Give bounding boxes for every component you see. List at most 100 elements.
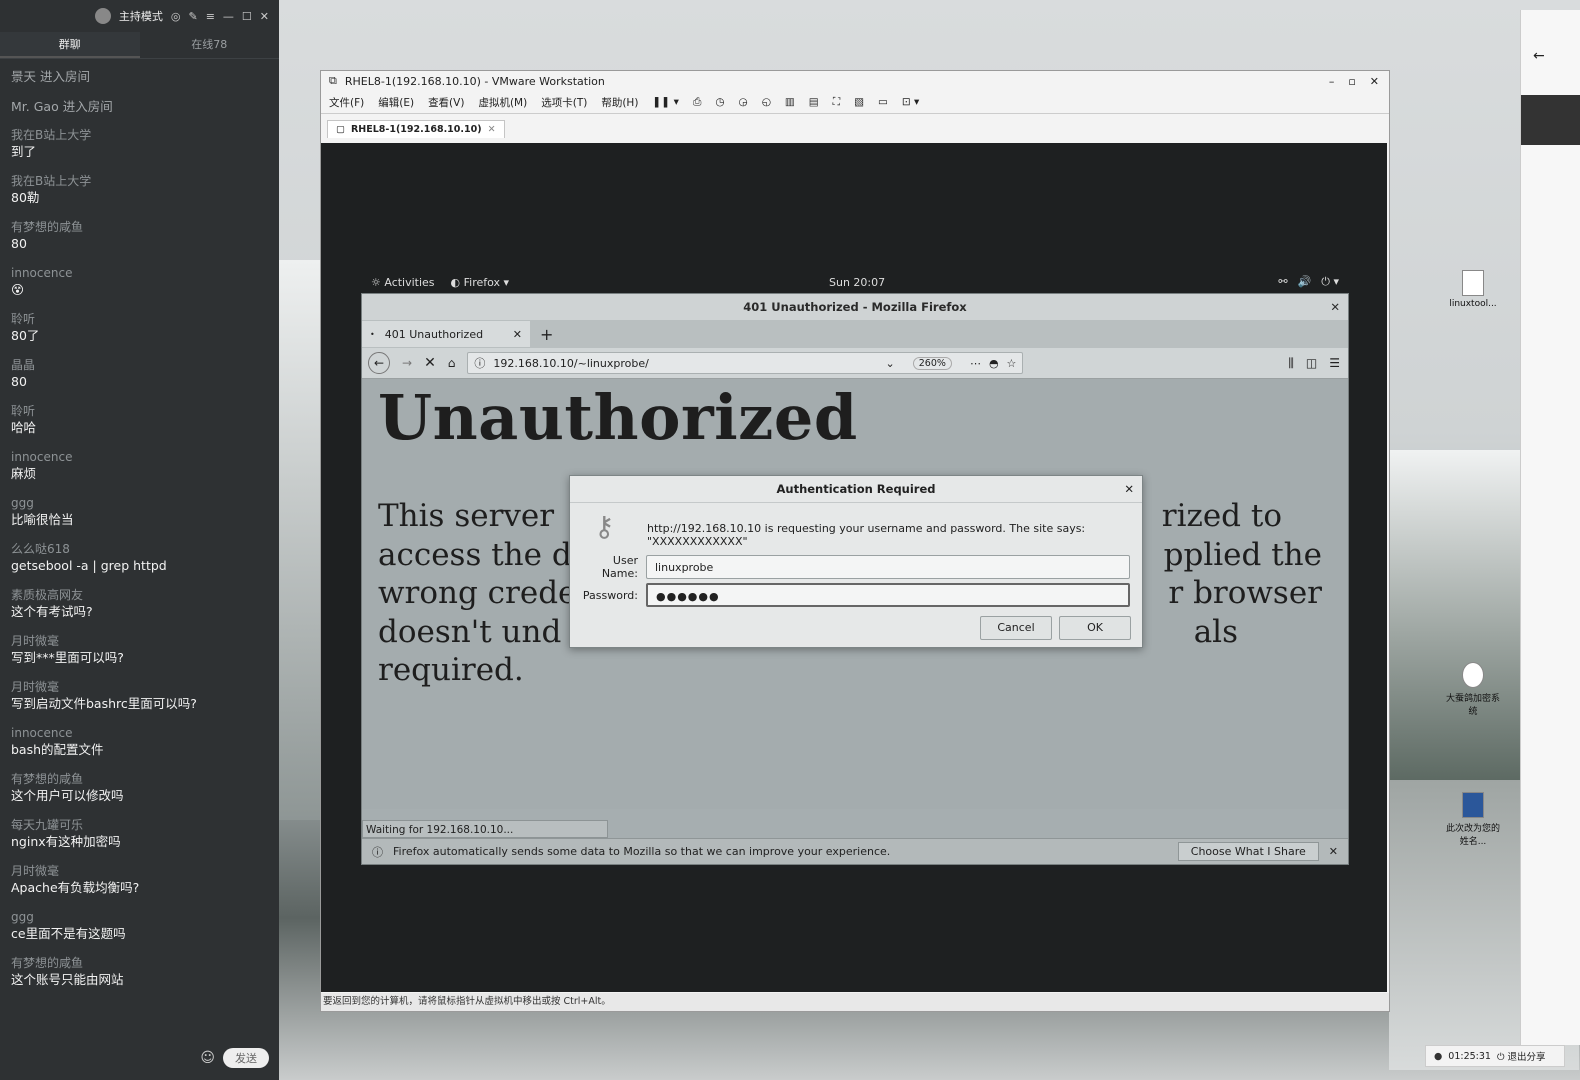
chat-message: 聆听 哈哈 — [11, 403, 268, 437]
stretch-icon[interactable]: ⊡ ▾ — [902, 96, 919, 108]
snapshot-icon[interactable]: ◷ — [715, 96, 724, 108]
para-line: wrong crede — [378, 575, 577, 611]
fullscreen-icon[interactable]: ⛶ — [833, 96, 840, 109]
hamburger-menu-icon[interactable]: ☰ — [1329, 356, 1340, 370]
power-icon[interactable]: ⏻ ▾ — [1321, 275, 1339, 289]
stop-icon[interactable]: ✕ — [424, 355, 436, 371]
para-line-right: r browser — [1168, 575, 1322, 611]
close-icon[interactable]: ✕ — [1124, 476, 1134, 502]
forward-icon[interactable]: → — [402, 356, 412, 370]
menu-edit[interactable]: 编辑(E) — [378, 95, 414, 110]
settings-icon[interactable]: ◎ — [171, 10, 181, 23]
chat-panel: 主持模式 ◎ ✎ ≡ — ☐ ✕ 群聊 在线78 景天 进入房间 Mr. Gao… — [0, 0, 279, 1080]
chat-username[interactable]: innocence — [11, 725, 268, 741]
edit-icon[interactable]: ✎ — [188, 10, 197, 23]
emoji-icon[interactable]: ☺ — [200, 1050, 215, 1066]
chat-username[interactable]: 么么哒618 — [11, 541, 268, 557]
close-tab-icon[interactable]: ✕ — [513, 328, 522, 341]
close-tab-icon[interactable]: ✕ — [488, 124, 496, 135]
vmware-title: RHEL8-1(192.168.10.10) - VMware Workstat… — [344, 74, 605, 88]
chat-username[interactable]: 我在B站上大学 — [11, 127, 268, 143]
sidebar-view-icon[interactable]: ▥ — [785, 96, 795, 108]
close-icon[interactable]: ✕ — [1330, 294, 1340, 320]
chat-username[interactable]: 素质极高网友 — [11, 587, 268, 603]
chat-username[interactable]: 我在B站上大学 — [11, 173, 268, 189]
choose-what-i-share-button[interactable]: Choose What I Share — [1177, 842, 1319, 861]
send-ctrl-alt-del-icon[interactable]: ⎙ — [693, 96, 701, 109]
chat-username[interactable]: 每天九罐可乐 — [11, 817, 268, 833]
menu-icon[interactable]: ≡ — [206, 10, 215, 23]
menu-view[interactable]: 查看(V) — [428, 95, 464, 110]
info-icon[interactable]: ⓘ — [474, 355, 485, 371]
menu-vm[interactable]: 虚拟机(M) — [478, 95, 527, 110]
tab-group-chat[interactable]: 群聊 — [0, 32, 140, 58]
close-icon[interactable]: ✕ — [1370, 75, 1379, 88]
back-icon[interactable]: ← — [1533, 48, 1545, 64]
vm-tab[interactable]: ▢ RHEL8-1(192.168.10.10) ✕ — [327, 120, 505, 138]
avatar[interactable] — [94, 8, 111, 24]
zoom-indicator[interactable]: 260% — [912, 356, 952, 370]
app-icon — [1462, 662, 1484, 688]
minimize-icon[interactable]: — — [223, 10, 234, 23]
console-icon[interactable]: ▭ — [878, 96, 888, 108]
firefox-app-menu[interactable]: ◐ Firefox ▾ — [451, 276, 510, 289]
desktop-icon-file[interactable]: linuxtool... — [1443, 270, 1503, 309]
close-icon[interactable]: ✕ — [1329, 845, 1348, 858]
chat-username[interactable]: 月时微毫 — [11, 633, 268, 649]
chat-username[interactable]: 有梦想的咸鱼 — [11, 219, 268, 235]
send-button[interactable]: 发送 — [223, 1048, 269, 1068]
thumbnail-view-icon[interactable]: ▤ — [809, 96, 819, 108]
volume-icon[interactable]: 🔊 — [1298, 275, 1312, 289]
browser-tab[interactable]: • 401 Unauthorized ✕ — [362, 321, 530, 347]
close-icon[interactable]: ✕ — [260, 10, 269, 23]
home-icon[interactable]: ⌂ — [448, 356, 456, 370]
chat-username[interactable]: 晶晶 — [11, 357, 268, 373]
desktop-icon-app[interactable]: 大蚕鸽加密系统 — [1443, 662, 1503, 717]
activities-button[interactable]: ☼ Activities — [371, 276, 435, 289]
chat-username[interactable]: innocence — [11, 265, 268, 281]
bookmark-star-icon[interactable]: ☆ — [1007, 357, 1017, 370]
back-icon[interactable]: ← — [368, 352, 390, 374]
minimize-icon[interactable]: – — [1329, 75, 1335, 88]
menu-help[interactable]: 帮助(H) — [601, 95, 638, 110]
chat-username[interactable]: 聆听 — [11, 311, 268, 327]
chat-text: ce里面不是有这题吗 — [11, 926, 126, 941]
sidebar-icon[interactable]: ◫ — [1306, 356, 1317, 370]
chat-username[interactable]: 月时微毫 — [11, 679, 268, 695]
share-tray: ● 01:25:31 ⏻ 退出分享 — [1425, 1045, 1565, 1067]
unity-icon[interactable]: ▧ — [854, 96, 864, 108]
network-icon[interactable]: ⚯ — [1278, 275, 1287, 289]
chat-username[interactable]: ggg — [11, 909, 268, 925]
username-field[interactable]: linuxprobe — [646, 555, 1130, 579]
chat-text: bash的配置文件 — [11, 742, 104, 757]
password-field[interactable]: ●●●●●● — [646, 583, 1130, 607]
chat-username[interactable]: 月时微毫 — [11, 863, 268, 879]
ok-button[interactable]: OK — [1059, 616, 1131, 640]
word-doc-icon — [1462, 792, 1484, 818]
pocket-icon[interactable]: ◓ — [989, 357, 999, 370]
cancel-button[interactable]: Cancel — [980, 616, 1052, 640]
pause-icon[interactable]: ❚❚ ▾ — [652, 96, 679, 108]
firefox-navbar: ← → ✕ ⌂ ⓘ 192.168.10.10/~linuxprobe/ ⌄ 2… — [362, 348, 1348, 379]
maximize-icon[interactable]: ▫ — [1348, 75, 1355, 88]
library-icon[interactable]: ⫼ — [1288, 356, 1294, 371]
snapshot-manager-icon[interactable]: ◵ — [762, 96, 771, 108]
menu-file[interactable]: 文件(F) — [329, 95, 364, 110]
url-bar[interactable]: ⓘ 192.168.10.10/~linuxprobe/ ⌄ 260% ⋯ ◓ … — [467, 352, 1024, 374]
snapshot-restore-icon[interactable]: ◶ — [739, 96, 748, 108]
desktop-icon-doc[interactable]: 此次改为您的姓名... — [1443, 792, 1503, 847]
page-actions-icon[interactable]: ⋯ — [970, 357, 981, 370]
vm-screen[interactable]: ☼ Activities ◐ Firefox ▾ Sun 20:07 ⚯ 🔊 ⏻… — [321, 143, 1387, 992]
new-tab-icon[interactable]: + — [540, 325, 553, 344]
menu-tabs[interactable]: 选项卡(T) — [541, 95, 587, 110]
chat-username[interactable]: 聆听 — [11, 403, 268, 419]
dropdown-icon[interactable]: ⌄ — [886, 357, 895, 370]
exit-share-button[interactable]: ⏻ 退出分享 — [1497, 1049, 1546, 1063]
tab-online[interactable]: 在线78 — [140, 32, 280, 58]
chat-username[interactable]: innocence — [11, 449, 268, 465]
maximize-icon[interactable]: ☐ — [242, 10, 252, 23]
clock[interactable]: Sun 20:07 — [829, 276, 885, 289]
chat-username[interactable]: ggg — [11, 495, 268, 511]
chat-username[interactable]: 有梦想的咸鱼 — [11, 771, 268, 787]
chat-username[interactable]: 有梦想的咸鱼 — [11, 955, 268, 971]
